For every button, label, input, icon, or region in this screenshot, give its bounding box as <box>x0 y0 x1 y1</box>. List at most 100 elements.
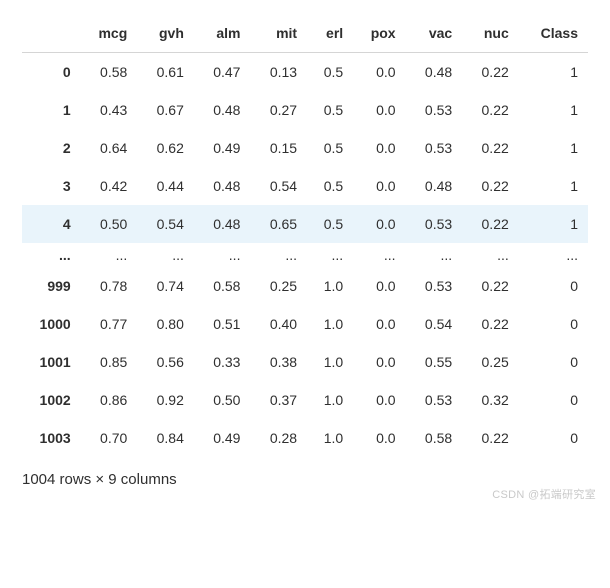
table-row: 10030.700.840.490.281.00.00.580.220 <box>22 419 588 457</box>
cell-vac: 0.48 <box>406 53 463 92</box>
cell-pox: 0.0 <box>353 91 405 129</box>
table-row: 30.420.440.480.540.50.00.480.221 <box>22 167 588 205</box>
cell-alm: 0.51 <box>194 305 251 343</box>
cell-mit: 0.40 <box>250 305 307 343</box>
header-pox: pox <box>353 14 405 53</box>
cell-mcg: 0.78 <box>81 267 138 305</box>
cell-nuc: ... <box>462 243 519 267</box>
cell-gvh: 0.80 <box>137 305 194 343</box>
cell-gvh: 0.62 <box>137 129 194 167</box>
cell-alm: 0.49 <box>194 129 251 167</box>
cell-erl: 0.5 <box>307 129 353 167</box>
cell-gvh: 0.67 <box>137 91 194 129</box>
cell-mcg: 0.77 <box>81 305 138 343</box>
row-index: 3 <box>22 167 81 205</box>
cell-pox: ... <box>353 243 405 267</box>
cell-pox: 0.0 <box>353 419 405 457</box>
cell-nuc: 0.22 <box>462 91 519 129</box>
cell-class: 0 <box>519 419 588 457</box>
cell-vac: 0.55 <box>406 343 463 381</box>
cell-mcg: 0.64 <box>81 129 138 167</box>
header-erl: erl <box>307 14 353 53</box>
cell-vac: 0.53 <box>406 91 463 129</box>
cell-gvh: 0.92 <box>137 381 194 419</box>
cell-mit: ... <box>250 243 307 267</box>
cell-mit: 0.65 <box>250 205 307 243</box>
cell-nuc: 0.22 <box>462 205 519 243</box>
header-alm: alm <box>194 14 251 53</box>
row-index: 4 <box>22 205 81 243</box>
cell-vac: 0.48 <box>406 167 463 205</box>
cell-pox: 0.0 <box>353 381 405 419</box>
header-class: Class <box>519 14 588 53</box>
row-index: 1003 <box>22 419 81 457</box>
table-row: 10.430.670.480.270.50.00.530.221 <box>22 91 588 129</box>
cell-nuc: 0.22 <box>462 305 519 343</box>
cell-alm: 0.47 <box>194 53 251 92</box>
cell-nuc: 0.22 <box>462 267 519 305</box>
cell-vac: 0.53 <box>406 267 463 305</box>
cell-gvh: 0.44 <box>137 167 194 205</box>
cell-mit: 0.28 <box>250 419 307 457</box>
cell-mcg: 0.43 <box>81 91 138 129</box>
cell-mcg: 0.70 <box>81 419 138 457</box>
cell-alm: 0.48 <box>194 167 251 205</box>
cell-class: 1 <box>519 91 588 129</box>
header-nuc: nuc <box>462 14 519 53</box>
cell-pox: 0.0 <box>353 305 405 343</box>
row-index: 2 <box>22 129 81 167</box>
cell-class: 0 <box>519 267 588 305</box>
cell-class: 1 <box>519 167 588 205</box>
header-row: mcg gvh alm mit erl pox vac nuc Class <box>22 14 588 53</box>
cell-vac: ... <box>406 243 463 267</box>
cell-class: 1 <box>519 53 588 92</box>
cell-vac: 0.53 <box>406 205 463 243</box>
dataframe-shape-summary: 1004 rows × 9 columns <box>22 471 588 488</box>
cell-erl: ... <box>307 243 353 267</box>
table-row-ellipsis: .............................. <box>22 243 588 267</box>
cell-class: 0 <box>519 305 588 343</box>
watermark-text: CSDN @拓端研究室 <box>492 486 596 502</box>
cell-nuc: 0.22 <box>462 129 519 167</box>
cell-mit: 0.38 <box>250 343 307 381</box>
cell-erl: 1.0 <box>307 381 353 419</box>
cell-mit: 0.27 <box>250 91 307 129</box>
cell-alm: 0.50 <box>194 381 251 419</box>
cell-nuc: 0.22 <box>462 167 519 205</box>
cell-alm: 0.33 <box>194 343 251 381</box>
cell-gvh: 0.61 <box>137 53 194 92</box>
cell-erl: 0.5 <box>307 91 353 129</box>
dataframe-table: mcg gvh alm mit erl pox vac nuc Class 00… <box>22 14 588 457</box>
cell-mcg: 0.86 <box>81 381 138 419</box>
cell-class: 0 <box>519 343 588 381</box>
cell-erl: 1.0 <box>307 305 353 343</box>
cell-vac: 0.54 <box>406 305 463 343</box>
cell-class: 0 <box>519 381 588 419</box>
cell-mcg: 0.58 <box>81 53 138 92</box>
cell-mit: 0.25 <box>250 267 307 305</box>
cell-gvh: 0.84 <box>137 419 194 457</box>
cell-erl: 0.5 <box>307 53 353 92</box>
cell-mcg: 0.42 <box>81 167 138 205</box>
cell-vac: 0.53 <box>406 381 463 419</box>
cell-alm: 0.49 <box>194 419 251 457</box>
cell-vac: 0.58 <box>406 419 463 457</box>
cell-alm: 0.48 <box>194 205 251 243</box>
cell-mit: 0.37 <box>250 381 307 419</box>
cell-alm: ... <box>194 243 251 267</box>
table-body: 00.580.610.470.130.50.00.480.22110.430.6… <box>22 53 588 458</box>
cell-nuc: 0.22 <box>462 53 519 92</box>
row-index: 1 <box>22 91 81 129</box>
cell-vac: 0.53 <box>406 129 463 167</box>
cell-nuc: 0.22 <box>462 419 519 457</box>
cell-mit: 0.13 <box>250 53 307 92</box>
dataframe-view: mcg gvh alm mit erl pox vac nuc Class 00… <box>0 0 610 508</box>
table-row: 10020.860.920.500.371.00.00.530.320 <box>22 381 588 419</box>
cell-nuc: 0.32 <box>462 381 519 419</box>
cell-gvh: ... <box>137 243 194 267</box>
row-index: 1001 <box>22 343 81 381</box>
table-row: 40.500.540.480.650.50.00.530.221 <box>22 205 588 243</box>
cell-pox: 0.0 <box>353 343 405 381</box>
cell-pox: 0.0 <box>353 205 405 243</box>
header-mit: mit <box>250 14 307 53</box>
